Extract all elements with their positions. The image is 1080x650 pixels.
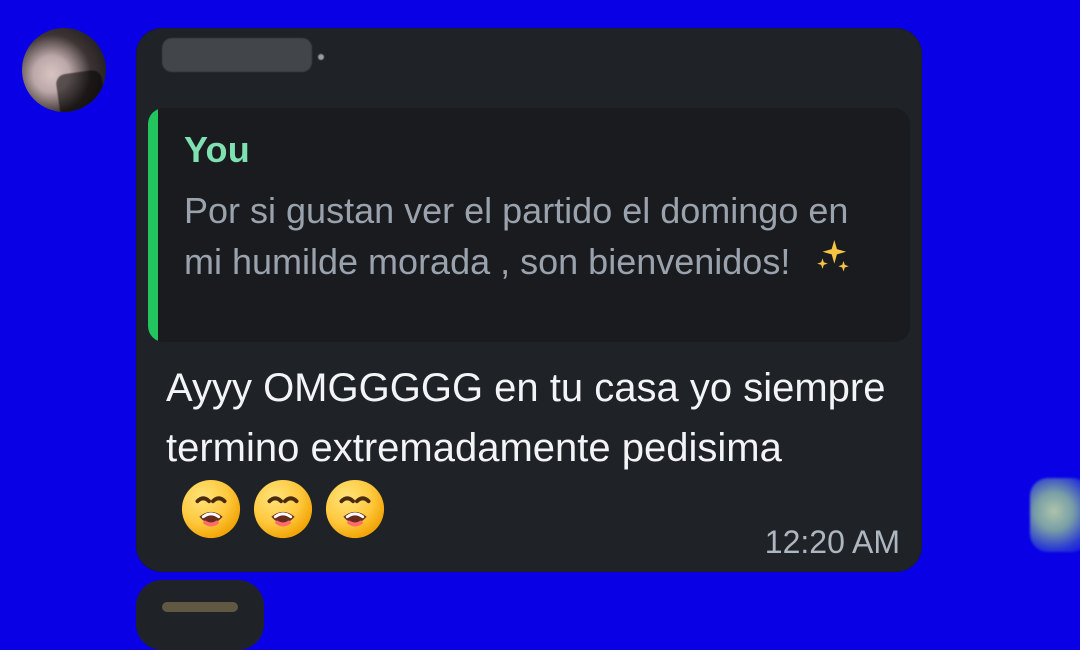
reply-quote[interactable]: You Por si gustan ver el partido el domi… <box>148 108 910 342</box>
edge-blob-decoration <box>1030 478 1080 552</box>
reply-quote-bar <box>148 108 158 342</box>
avatar[interactable] <box>22 28 106 112</box>
reply-text-container: Por si gustan ver el partido el domingo … <box>184 186 896 287</box>
reply-author: You <box>184 129 250 170</box>
message-timestamp: 12:20 AM <box>764 524 900 560</box>
weary-face-icon <box>252 478 314 540</box>
message-text-container: Ayyy OMGGGGG en tu casa yo siempre termi… <box>166 358 896 543</box>
sparkles-icon <box>812 236 854 278</box>
weary-face-icon <box>180 478 242 540</box>
next-message-bubble[interactable] <box>136 580 264 650</box>
emoji-group <box>180 478 386 540</box>
next-message-peek <box>162 602 238 612</box>
reply-text: Por si gustan ver el partido el domingo … <box>184 190 849 282</box>
sender-name-redaction <box>162 38 324 72</box>
message-bubble[interactable]: You Por si gustan ver el partido el domi… <box>136 28 922 572</box>
weary-face-icon <box>324 478 386 540</box>
message-text: Ayyy OMGGGGG en tu casa yo siempre termi… <box>166 366 886 470</box>
